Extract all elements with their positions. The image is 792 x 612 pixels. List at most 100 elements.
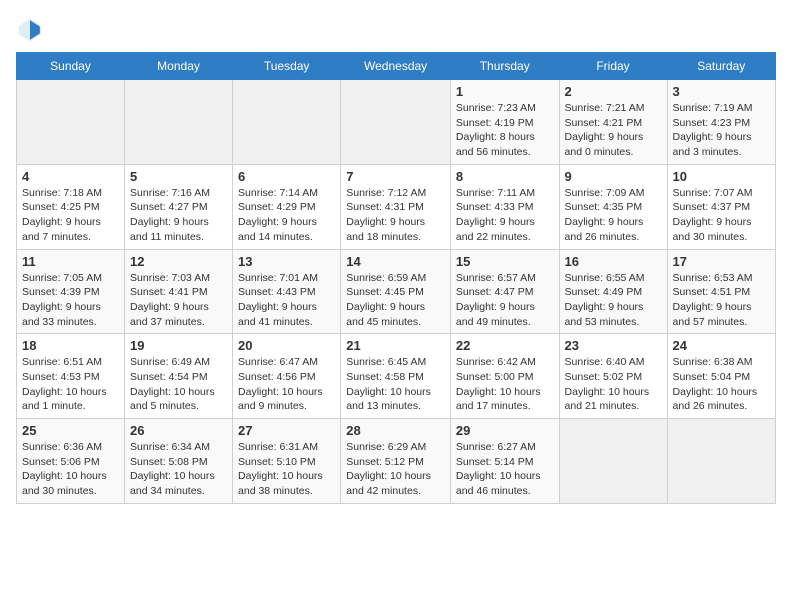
calendar-day	[233, 80, 341, 165]
day-info: Sunrise: 6:38 AMSunset: 5:04 PMDaylight:…	[673, 355, 770, 414]
col-saturday: Saturday	[667, 53, 775, 80]
calendar-day: 17 Sunrise: 6:53 AMSunset: 4:51 PMDayligh…	[667, 249, 775, 334]
calendar-week-4: 25 Sunrise: 6:36 AMSunset: 5:06 PMDayligh…	[17, 419, 776, 504]
calendar-day: 28 Sunrise: 6:29 AMSunset: 5:12 PMDayligh…	[341, 419, 451, 504]
calendar-day: 6 Sunrise: 7:14 AMSunset: 4:29 PMDaylight…	[233, 164, 341, 249]
calendar-day: 29Sunrise: 6:27 AMSunset: 5:14 PMDayligh…	[450, 419, 559, 504]
day-info: Sunrise: 7:12 AMSunset: 4:31 PMDaylight:…	[346, 186, 445, 245]
day-number: 20	[238, 338, 335, 353]
calendar-body: 1 Sunrise: 7:23 AMSunset: 4:19 PMDaylight…	[17, 80, 776, 504]
day-number: 28	[346, 423, 445, 438]
day-number: 2	[565, 84, 662, 99]
calendar-day: 15 Sunrise: 6:57 AMSunset: 4:47 PMDayligh…	[450, 249, 559, 334]
header-row: Sunday Monday Tuesday Wednesday Thursday…	[17, 53, 776, 80]
day-info: Sunrise: 6:34 AMSunset: 5:08 PMDaylight:…	[130, 440, 227, 499]
day-info: Sunrise: 7:14 AMSunset: 4:29 PMDaylight:…	[238, 186, 335, 245]
day-number: 17	[673, 254, 770, 269]
calendar-day: 23 Sunrise: 6:40 AMSunset: 5:02 PMDayligh…	[559, 334, 667, 419]
day-number: 12	[130, 254, 227, 269]
day-info: Sunrise: 6:31 AMSunset: 5:10 PMDaylight:…	[238, 440, 335, 499]
calendar-header: Sunday Monday Tuesday Wednesday Thursday…	[17, 53, 776, 80]
day-number: 19	[130, 338, 227, 353]
calendar-day: 25 Sunrise: 6:36 AMSunset: 5:06 PMDayligh…	[17, 419, 125, 504]
col-friday: Friday	[559, 53, 667, 80]
day-info: Sunrise: 6:40 AMSunset: 5:02 PMDaylight:…	[565, 355, 662, 414]
calendar-day: 18 Sunrise: 6:51 AMSunset: 4:53 PMDayligh…	[17, 334, 125, 419]
calendar-day: 7Sunrise: 7:12 AMSunset: 4:31 PMDaylight…	[341, 164, 451, 249]
calendar-table: Sunday Monday Tuesday Wednesday Thursday…	[16, 52, 776, 504]
day-number: 9	[565, 169, 662, 184]
day-number: 16	[565, 254, 662, 269]
page-container: Sunday Monday Tuesday Wednesday Thursday…	[0, 0, 792, 512]
day-info: Sunrise: 6:53 AMSunset: 4:51 PMDaylight:…	[673, 271, 770, 330]
day-number: 25	[22, 423, 119, 438]
day-info: Sunrise: 6:55 AMSunset: 4:49 PMDaylight:…	[565, 271, 662, 330]
calendar-day: 11Sunrise: 7:05 AMSunset: 4:39 PMDayligh…	[17, 249, 125, 334]
day-info: Sunrise: 7:16 AMSunset: 4:27 PMDaylight:…	[130, 186, 227, 245]
calendar-day: 22 Sunrise: 6:42 AMSunset: 5:00 PMDayligh…	[450, 334, 559, 419]
day-number: 18	[22, 338, 119, 353]
calendar-day: 2 Sunrise: 7:21 AMSunset: 4:21 PMDaylight…	[559, 80, 667, 165]
day-number: 5	[130, 169, 227, 184]
calendar-week-3: 18 Sunrise: 6:51 AMSunset: 4:53 PMDayligh…	[17, 334, 776, 419]
calendar-day: 5 Sunrise: 7:16 AMSunset: 4:27 PMDaylight…	[125, 164, 233, 249]
day-number: 15	[456, 254, 554, 269]
calendar-day: 10Sunrise: 7:07 AMSunset: 4:37 PMDayligh…	[667, 164, 775, 249]
day-number: 4	[22, 169, 119, 184]
calendar-day	[17, 80, 125, 165]
day-info: Sunrise: 7:01 AMSunset: 4:43 PMDaylight:…	[238, 271, 335, 330]
calendar-week-1: 4 Sunrise: 7:18 AMSunset: 4:25 PMDaylight…	[17, 164, 776, 249]
calendar-week-2: 11Sunrise: 7:05 AMSunset: 4:39 PMDayligh…	[17, 249, 776, 334]
day-number: 21	[346, 338, 445, 353]
calendar-day: 24 Sunrise: 6:38 AMSunset: 5:04 PMDayligh…	[667, 334, 775, 419]
day-number: 13	[238, 254, 335, 269]
day-number: 8	[456, 169, 554, 184]
calendar-day: 4 Sunrise: 7:18 AMSunset: 4:25 PMDaylight…	[17, 164, 125, 249]
day-info: Sunrise: 7:21 AMSunset: 4:21 PMDaylight:…	[565, 101, 662, 160]
col-monday: Monday	[125, 53, 233, 80]
calendar-day: 19Sunrise: 6:49 AMSunset: 4:54 PMDayligh…	[125, 334, 233, 419]
col-sunday: Sunday	[17, 53, 125, 80]
calendar-day: 20 Sunrise: 6:47 AMSunset: 4:56 PMDayligh…	[233, 334, 341, 419]
day-info: Sunrise: 7:11 AMSunset: 4:33 PMDaylight:…	[456, 186, 554, 245]
logo	[16, 16, 48, 44]
calendar-week-0: 1 Sunrise: 7:23 AMSunset: 4:19 PMDaylight…	[17, 80, 776, 165]
day-info: Sunrise: 6:36 AMSunset: 5:06 PMDaylight:…	[22, 440, 119, 499]
day-number: 1	[456, 84, 554, 99]
day-info: Sunrise: 7:18 AMSunset: 4:25 PMDaylight:…	[22, 186, 119, 245]
day-info: Sunrise: 6:29 AMSunset: 5:12 PMDaylight:…	[346, 440, 445, 499]
day-number: 6	[238, 169, 335, 184]
day-info: Sunrise: 6:42 AMSunset: 5:00 PMDaylight:…	[456, 355, 554, 414]
col-thursday: Thursday	[450, 53, 559, 80]
calendar-day: 21Sunrise: 6:45 AMSunset: 4:58 PMDayligh…	[341, 334, 451, 419]
calendar-day: 16 Sunrise: 6:55 AMSunset: 4:49 PMDayligh…	[559, 249, 667, 334]
header	[16, 16, 776, 44]
day-info: Sunrise: 6:59 AMSunset: 4:45 PMDaylight:…	[346, 271, 445, 330]
day-info: Sunrise: 7:03 AMSunset: 4:41 PMDaylight:…	[130, 271, 227, 330]
day-number: 27	[238, 423, 335, 438]
day-number: 22	[456, 338, 554, 353]
calendar-day	[341, 80, 451, 165]
calendar-day: 26Sunrise: 6:34 AMSunset: 5:08 PMDayligh…	[125, 419, 233, 504]
col-wednesday: Wednesday	[341, 53, 451, 80]
calendar-day: 8 Sunrise: 7:11 AMSunset: 4:33 PMDaylight…	[450, 164, 559, 249]
day-info: Sunrise: 7:19 AMSunset: 4:23 PMDaylight:…	[673, 101, 770, 160]
calendar-day	[125, 80, 233, 165]
day-number: 23	[565, 338, 662, 353]
calendar-day: 13 Sunrise: 7:01 AMSunset: 4:43 PMDayligh…	[233, 249, 341, 334]
day-number: 24	[673, 338, 770, 353]
day-info: Sunrise: 6:57 AMSunset: 4:47 PMDaylight:…	[456, 271, 554, 330]
calendar-day: 3 Sunrise: 7:19 AMSunset: 4:23 PMDaylight…	[667, 80, 775, 165]
day-info: Sunrise: 7:23 AMSunset: 4:19 PMDaylight:…	[456, 101, 554, 160]
calendar-day: 27 Sunrise: 6:31 AMSunset: 5:10 PMDayligh…	[233, 419, 341, 504]
day-info: Sunrise: 6:27 AMSunset: 5:14 PMDaylight:…	[456, 440, 554, 499]
calendar-day: 1 Sunrise: 7:23 AMSunset: 4:19 PMDaylight…	[450, 80, 559, 165]
day-info: Sunrise: 6:47 AMSunset: 4:56 PMDaylight:…	[238, 355, 335, 414]
day-info: Sunrise: 7:07 AMSunset: 4:37 PMDaylight:…	[673, 186, 770, 245]
day-number: 14	[346, 254, 445, 269]
day-info: Sunrise: 6:51 AMSunset: 4:53 PMDaylight:…	[22, 355, 119, 414]
day-info: Sunrise: 7:09 AMSunset: 4:35 PMDaylight:…	[565, 186, 662, 245]
day-number: 3	[673, 84, 770, 99]
calendar-day	[559, 419, 667, 504]
col-tuesday: Tuesday	[233, 53, 341, 80]
